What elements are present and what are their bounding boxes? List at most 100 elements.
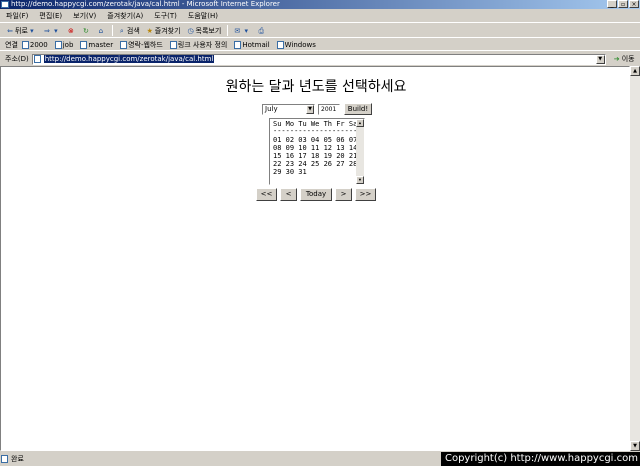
- link-label: master: [88, 40, 114, 49]
- year-input[interactable]: 2001: [318, 104, 340, 115]
- go-arrow-icon: ➔: [613, 55, 620, 63]
- chevron-down-icon: ▾: [30, 26, 34, 35]
- stop-icon: ⊗: [67, 26, 74, 35]
- mail-button[interactable]: ✉ ▾: [233, 27, 251, 35]
- go-label: 이동: [621, 55, 635, 63]
- link-webhard[interactable]: 영락-웹하드: [120, 40, 163, 50]
- link-job[interactable]: job: [54, 40, 74, 49]
- chevron-down-icon: ▾: [244, 26, 249, 35]
- window-title: http://demo.happycgi.com/zerotak/java/ca…: [11, 0, 280, 8]
- copyright-watermark: Copyright(c) http://www.happycgi.com: [440, 452, 640, 466]
- menu-edit[interactable]: 편집(E): [39, 11, 62, 21]
- calendar-textarea[interactable]: Su Mo Tu We Th Fr Sa -------------------…: [269, 118, 365, 185]
- go-button[interactable]: ➔ 이동: [613, 54, 635, 64]
- address-url: http://demo.happycgi.com/zerotak/java/ca…: [43, 55, 215, 63]
- favorites-button[interactable]: ★ 즐겨찾기: [146, 26, 181, 36]
- history-icon: ◷: [187, 26, 194, 35]
- close-button[interactable]: ×: [629, 0, 639, 8]
- page-icon: [276, 40, 284, 49]
- address-input[interactable]: http://demo.happycgi.com/zerotak/java/ca…: [31, 53, 606, 65]
- build-button[interactable]: Build!: [344, 102, 372, 115]
- window-controls: _ ▫ ×: [607, 0, 639, 8]
- month-select[interactable]: July ▼: [262, 104, 315, 115]
- home-icon: ⌂: [98, 26, 104, 35]
- menu-file[interactable]: 파일(F): [6, 11, 28, 21]
- page-icon: [120, 40, 128, 49]
- stop-button[interactable]: ⊗: [67, 27, 76, 35]
- link-label: Windows: [284, 40, 316, 49]
- scroll-up-icon[interactable]: ▲: [356, 119, 364, 127]
- address-label: 주소(D): [5, 55, 29, 63]
- home-button[interactable]: ⌂: [97, 27, 106, 35]
- link-label: 2000: [29, 40, 48, 49]
- calendar-nav: << < Today > >>: [256, 188, 379, 201]
- page-icon: [54, 40, 62, 49]
- prev-year-button[interactable]: <<: [256, 188, 277, 201]
- link-label: job: [62, 40, 74, 49]
- calendar-week-line: 08 09 10 11 12 13 14: [273, 144, 358, 152]
- favorites-icon: ★: [146, 26, 153, 35]
- search-button[interactable]: ⌕ 검색: [118, 26, 140, 36]
- forward-button[interactable]: ⇒ ▾: [43, 27, 61, 35]
- link-2000[interactable]: 2000: [21, 40, 48, 49]
- chevron-down-icon[interactable]: ▼: [306, 105, 314, 114]
- back-button[interactable]: ⇐ 뒤로 ▾: [6, 26, 37, 36]
- history-button[interactable]: ◷ 목록보기: [187, 26, 222, 36]
- next-month-button[interactable]: >: [335, 188, 352, 201]
- maximize-button[interactable]: ▫: [618, 0, 628, 8]
- links-label: 연결: [5, 40, 18, 49]
- print-icon: ⎙: [258, 26, 265, 35]
- search-icon: ⌕: [119, 26, 124, 35]
- status-text: 완료: [11, 455, 24, 463]
- back-arrow-icon: ⇐: [7, 26, 13, 35]
- search-label: 검색: [126, 26, 140, 35]
- link-label: 링크 사용자 정의: [177, 40, 228, 49]
- page-icon: [21, 40, 29, 49]
- refresh-icon: ↻: [82, 26, 89, 35]
- standard-toolbar: ⇐ 뒤로 ▾ ⇒ ▾ ⊗ ↻ ⌂ ⌕ 검색 ★ 즐겨찾기 ◷ 목록보기 ✉ ▾ …: [0, 24, 640, 38]
- page-icon: [33, 55, 41, 63]
- calendar-week-line: 15 16 17 18 19 20 21: [273, 152, 358, 160]
- scroll-down-icon[interactable]: ▼: [630, 441, 640, 451]
- page-icon: [234, 40, 242, 49]
- link-hotmail[interactable]: Hotmail: [234, 40, 270, 49]
- refresh-button[interactable]: ↻: [82, 27, 91, 35]
- page-icon: [80, 40, 88, 49]
- calendar-divider-line: --------------------: [273, 127, 358, 135]
- links-bar: 연결 2000 job master 영락-웹하드 링크 사용자 정의 Hotm…: [0, 39, 640, 51]
- prev-month-button[interactable]: <: [280, 188, 297, 201]
- menu-view[interactable]: 보기(V): [73, 11, 96, 21]
- menu-favorites[interactable]: 즐겨찾기(A): [107, 11, 143, 21]
- calendar-week-line: 29 30 31: [273, 168, 307, 176]
- back-label: 뒤로: [15, 26, 28, 35]
- chevron-down-icon[interactable]: ▼: [595, 54, 605, 64]
- mail-icon: ✉: [234, 26, 241, 35]
- next-year-button[interactable]: >>: [355, 188, 376, 201]
- minimize-button[interactable]: _: [607, 0, 617, 8]
- menu-help[interactable]: 도움말(H): [188, 11, 218, 21]
- chevron-down-icon: ▾: [54, 26, 58, 35]
- calendar-week-line: 01 02 03 04 05 06 07: [273, 136, 358, 144]
- link-master[interactable]: master: [80, 40, 114, 49]
- window-titlebar: http://demo.happycgi.com/zerotak/java/ca…: [0, 0, 640, 9]
- address-bar: 주소(D) http://demo.happycgi.com/zerotak/j…: [0, 52, 640, 66]
- history-label: 목록보기: [195, 26, 222, 35]
- favorites-label: 즐겨찾기: [154, 26, 181, 35]
- forward-arrow-icon: ⇒: [43, 26, 50, 35]
- calendar-controls: July ▼ 2001 Build!: [262, 102, 372, 115]
- calendar-scrollbar[interactable]: ▲ ▼: [356, 119, 364, 184]
- calendar-week-line: 22 23 24 25 26 27 28: [273, 160, 358, 168]
- menu-bar: 파일(F) 편집(E) 보기(V) 즐겨찾기(A) 도구(T) 도움말(H): [0, 9, 640, 23]
- ie-icon: [1, 1, 9, 8]
- page-scrollbar[interactable]: ▲ ▼: [630, 66, 640, 451]
- scroll-up-icon[interactable]: ▲: [630, 66, 640, 76]
- link-label: Hotmail: [242, 40, 270, 49]
- scroll-down-icon[interactable]: ▼: [356, 176, 364, 184]
- link-custom[interactable]: 링크 사용자 정의: [169, 40, 228, 50]
- page-content: 원하는 달과 년도를 선택하세요 July ▼ 2001 Build! Su M…: [0, 66, 630, 451]
- today-button[interactable]: Today: [300, 188, 332, 201]
- link-windows[interactable]: Windows: [276, 40, 316, 49]
- page-icon: [169, 40, 177, 49]
- print-button[interactable]: ⎙: [257, 27, 266, 35]
- menu-tools[interactable]: 도구(T): [154, 11, 177, 21]
